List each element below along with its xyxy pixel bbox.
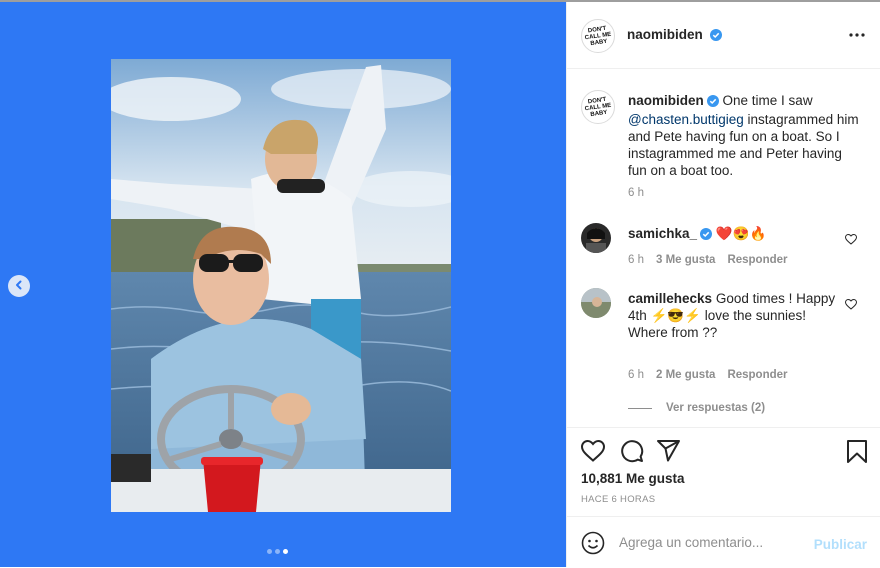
comment-1-time[interactable]: 6 h — [628, 254, 644, 266]
carousel-indicator — [267, 549, 288, 554]
view-replies-button[interactable]: Ver respuestas (2) — [628, 402, 765, 414]
previous-slide-button[interactable] — [8, 275, 30, 297]
heart-outline-icon — [844, 297, 858, 314]
verified-badge-icon — [700, 227, 713, 244]
verified-badge-icon — [706, 94, 719, 111]
save-button[interactable] — [847, 440, 867, 468]
comment-1-username[interactable]: samichka_ — [628, 226, 697, 241]
comment-input[interactable] — [619, 535, 789, 550]
comment-2-time[interactable]: 6 h — [628, 369, 644, 381]
post-photo[interactable] — [111, 59, 451, 512]
comment-1-like-button[interactable] — [844, 232, 858, 250]
add-comment-bar: Publicar — [567, 516, 880, 568]
commenter-avatar[interactable] — [581, 288, 611, 318]
view-replies-label: Ver respuestas (2) — [666, 402, 766, 414]
comment-button[interactable] — [620, 439, 644, 468]
post-media-area — [0, 2, 566, 567]
comment-2-like-button[interactable] — [844, 297, 858, 315]
comment-1-meta: 6 h 3 Me gusta Responder — [628, 254, 800, 266]
svg-text:BABY: BABY — [590, 110, 608, 118]
comment-2-body: camillehecks Good times ! Happy 4th ⚡😎⚡ … — [628, 290, 838, 341]
more-options-button[interactable] — [849, 24, 865, 42]
more-options-icon — [849, 24, 865, 41]
paper-plane-icon — [657, 440, 681, 466]
post-caption: naomibiden One time I saw @chasten.butti… — [628, 92, 864, 179]
chevron-left-icon — [14, 277, 24, 295]
verified-badge-icon — [710, 28, 723, 46]
comment-1-text: ❤️😍🔥 — [715, 226, 767, 241]
comment-2-meta: 6 h 2 Me gusta Responder — [628, 369, 800, 381]
comment-2-reply-button[interactable]: Responder — [727, 369, 787, 381]
replies-divider — [628, 407, 652, 409]
like-button[interactable] — [580, 439, 606, 467]
boat-photo-illustration — [111, 59, 451, 512]
comment-1-reply-button[interactable]: Responder — [727, 254, 787, 266]
caption-mention-link[interactable]: @chasten.buttigieg — [628, 112, 744, 127]
heart-outline-icon — [844, 232, 858, 249]
carousel-dot-active — [283, 549, 288, 554]
post-details-panel: DON'T CALL ME BABY naomibiden DON'T CALL… — [566, 2, 880, 567]
caption-author-username[interactable]: naomibiden — [628, 93, 704, 108]
heart-outline-icon — [580, 439, 606, 466]
caption-author-avatar[interactable]: DON'T CALL ME BABY — [581, 90, 615, 124]
share-button[interactable] — [657, 440, 681, 467]
dont-call-me-baby-logo: DON'T CALL ME BABY — [585, 26, 612, 47]
comment-1-body: samichka_ ❤️😍🔥 — [628, 225, 838, 244]
emoji-picker-button[interactable] — [581, 531, 605, 560]
carousel-dot — [275, 549, 280, 554]
speech-bubble-icon — [620, 440, 644, 467]
post-actions-bar — [567, 427, 880, 463]
author-username[interactable]: naomibiden — [627, 27, 703, 42]
publish-comment-button[interactable]: Publicar — [814, 537, 867, 552]
caption-text-start: One time I saw — [722, 93, 813, 108]
author-avatar[interactable]: DON'T CALL ME BABY — [581, 19, 615, 53]
caption-time[interactable]: 6 h — [628, 187, 644, 199]
comment-2-likes[interactable]: 2 Me gusta — [656, 369, 715, 381]
post-header: DON'T CALL ME BABY naomibiden — [567, 2, 880, 69]
svg-text:BABY: BABY — [590, 39, 608, 47]
comment-1-likes[interactable]: 3 Me gusta — [656, 254, 715, 266]
commenter-avatar[interactable] — [581, 223, 611, 253]
like-count[interactable]: 10,881 Me gusta — [581, 471, 685, 486]
bookmark-icon — [847, 440, 867, 467]
comment-2-username[interactable]: camillehecks — [628, 291, 712, 306]
dont-call-me-baby-logo: DON'T CALL ME BABY — [585, 97, 612, 118]
carousel-dot — [267, 549, 272, 554]
post-timestamp[interactable]: HACE 6 HORAS — [581, 494, 655, 505]
smiley-icon — [581, 531, 605, 559]
